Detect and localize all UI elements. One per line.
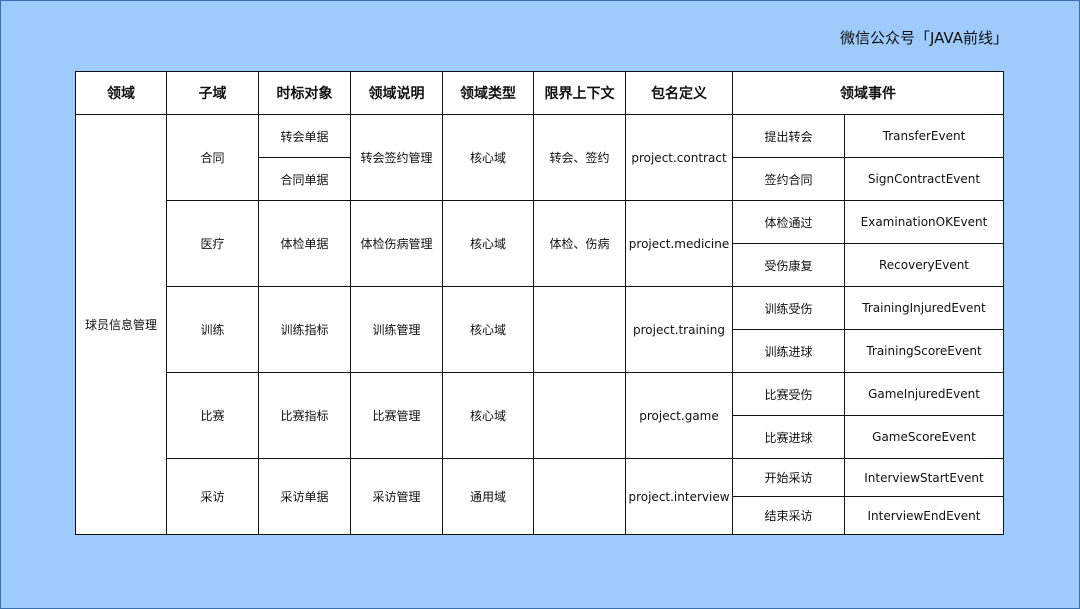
- header-events: 领域事件: [732, 71, 1004, 115]
- package-cell: project.contract: [625, 114, 733, 201]
- event-en-cell: TrainingInjuredEvent: [844, 286, 1004, 330]
- header-package: 包名定义: [625, 71, 733, 115]
- context-cell: 体检、伤病: [533, 200, 626, 287]
- event-en-cell: InterviewStartEvent: [844, 458, 1004, 497]
- event-cn-cell: 比赛受伤: [732, 372, 845, 416]
- package-cell: project.game: [625, 372, 733, 459]
- table-row: 训练 训练指标 训练管理 核心域 project.training 训练受伤 T…: [76, 286, 1004, 373]
- event-cn-cell: 体检通过: [732, 200, 845, 244]
- domain-table: 领域 子域 时标对象 领域说明 领域类型 限界上下文 包名定义 领域事件 球员信…: [75, 71, 1004, 535]
- context-cell: [533, 286, 626, 373]
- subdomain-cell: 合同: [166, 114, 259, 201]
- table-row: 比赛 比赛指标 比赛管理 核心域 project.game 比赛受伤 GameI…: [76, 372, 1004, 459]
- table-row: 医疗 体检单据 体检伤病管理 核心域 体检、伤病 project.medicin…: [76, 200, 1004, 287]
- event-en-cell: TrainingScoreEvent: [844, 329, 1004, 373]
- type-cell: 核心域: [442, 372, 534, 459]
- header-description: 领域说明: [350, 71, 443, 115]
- type-cell: 核心域: [442, 286, 534, 373]
- description-cell: 比赛管理: [350, 372, 443, 459]
- event-en-cell: TransferEvent: [844, 114, 1004, 158]
- event-en-cell: SignContractEvent: [844, 157, 1004, 201]
- header-object: 时标对象: [258, 71, 351, 115]
- header-subdomain: 子域: [166, 71, 259, 115]
- object-cell: 训练指标: [258, 286, 351, 373]
- subdomain-cell: 训练: [166, 286, 259, 373]
- description-cell: 训练管理: [350, 286, 443, 373]
- object-cell: 采访单据: [258, 458, 351, 535]
- table-row: 采访 采访单据 采访管理 通用域 project.interview 开始采访 …: [76, 458, 1004, 535]
- watermark-text: 微信公众号「JAVA前线」: [839, 29, 1008, 47]
- context-cell: [533, 372, 626, 459]
- object-cell: 转会单据: [258, 114, 351, 158]
- event-cn-cell: 训练受伤: [732, 286, 845, 330]
- description-cell: 体检伤病管理: [350, 200, 443, 287]
- object-cell: 比赛指标: [258, 372, 351, 459]
- event-cn-cell: 结束采访: [732, 496, 845, 535]
- subdomain-cell: 采访: [166, 458, 259, 535]
- event-en-cell: InterviewEndEvent: [844, 496, 1004, 535]
- type-cell: 核心域: [442, 200, 534, 287]
- event-en-cell: ExaminationOKEvent: [844, 200, 1004, 244]
- event-cn-cell: 提出转会: [732, 114, 845, 158]
- description-cell: 转会签约管理: [350, 114, 443, 201]
- object-cell: 体检单据: [258, 200, 351, 287]
- type-cell: 核心域: [442, 114, 534, 201]
- header-type: 领域类型: [442, 71, 534, 115]
- context-cell: [533, 458, 626, 535]
- event-en-cell: RecoveryEvent: [844, 243, 1004, 287]
- description-cell: 采访管理: [350, 458, 443, 535]
- context-cell: 转会、签约: [533, 114, 626, 201]
- subdomain-cell: 医疗: [166, 200, 259, 287]
- object-cell: 合同单据: [258, 157, 351, 201]
- header-context: 限界上下文: [533, 71, 626, 115]
- event-cn-cell: 训练进球: [732, 329, 845, 373]
- domain-cell: 球员信息管理: [75, 114, 167, 535]
- event-cn-cell: 签约合同: [732, 157, 845, 201]
- subdomain-cell: 比赛: [166, 372, 259, 459]
- event-cn-cell: 比赛进球: [732, 415, 845, 459]
- event-en-cell: GameInjuredEvent: [844, 372, 1004, 416]
- table-row: 球员信息管理 合同 转会单据 转会签约管理 核心域 转会、签约 project.…: [75, 114, 1004, 535]
- package-cell: project.training: [625, 286, 733, 373]
- event-cn-cell: 开始采访: [732, 458, 845, 497]
- event-cn-cell: 受伤康复: [732, 243, 845, 287]
- header-row: 领域 子域 时标对象 领域说明 领域类型 限界上下文 包名定义 领域事件: [75, 71, 1004, 115]
- package-cell: project.medicine: [625, 200, 733, 287]
- event-en-cell: GameScoreEvent: [844, 415, 1004, 459]
- header-domain: 领域: [75, 71, 167, 115]
- package-cell: project.interview: [625, 458, 733, 535]
- type-cell: 通用域: [442, 458, 534, 535]
